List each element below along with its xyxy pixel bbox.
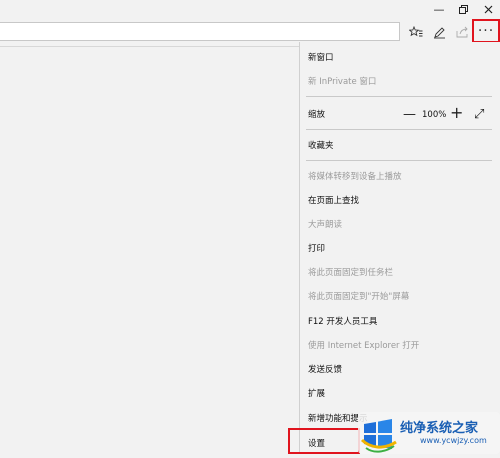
menu-item-pin-taskbar[interactable]: 将此页面固定到任务栏	[308, 267, 393, 279]
menu-item-new-inprivate[interactable]: 新 InPrivate 窗口	[308, 76, 376, 88]
menu-item-favorites[interactable]: 收藏夹	[308, 140, 334, 152]
menu-separator	[306, 129, 492, 130]
notes-button[interactable]	[428, 21, 450, 43]
star-list-icon	[409, 26, 423, 37]
title-bar: —	[0, 0, 500, 18]
zoom-out-button[interactable]: —	[403, 108, 416, 122]
minimize-icon: —	[433, 2, 445, 16]
menu-item-f12-tools[interactable]: F12 开发人员工具	[308, 316, 377, 328]
menu-item-send-feedback[interactable]: 发送反馈	[308, 364, 342, 376]
watermark-logo: 纯净系统之家 www.ycwjzy.com	[358, 412, 500, 454]
share-button[interactable]	[451, 21, 473, 43]
menu-item-pin-start[interactable]: 将此页面固定到"开始"屏幕	[308, 291, 409, 303]
menu-separator	[306, 160, 492, 161]
menu-item-new-window[interactable]: 新窗口	[308, 52, 334, 64]
menu-item-cast-media[interactable]: 将媒体转移到设备上播放	[308, 171, 402, 183]
pen-icon	[433, 26, 445, 38]
watermark-title: 纯净系统之家	[400, 421, 479, 436]
more-icon: ···	[477, 22, 495, 39]
close-icon	[484, 5, 492, 13]
fullscreen-button[interactable]: ⤢	[474, 108, 484, 122]
close-button[interactable]	[476, 0, 500, 18]
menu-item-open-ie[interactable]: 使用 Internet Explorer 打开	[308, 340, 419, 352]
menu-item-zoom-label: 缩放	[308, 110, 326, 120]
menu-item-print[interactable]: 打印	[308, 243, 325, 255]
menu-item-extensions[interactable]: 扩展	[308, 388, 325, 400]
zoom-in-button[interactable]: +	[450, 105, 463, 121]
content-divider	[0, 46, 300, 47]
zoom-value: 100%	[422, 110, 447, 120]
share-icon	[456, 26, 468, 38]
restore-button[interactable]	[451, 0, 475, 18]
restore-icon	[458, 4, 468, 14]
menu-item-settings[interactable]: 设置	[308, 438, 325, 450]
menu-separator	[306, 96, 492, 97]
watermark-url: www.ycwjzy.com	[420, 436, 487, 445]
menu-item-read-aloud[interactable]: 大声朗读	[308, 219, 342, 231]
favorites-button[interactable]	[405, 21, 427, 43]
minimize-button[interactable]: —	[427, 0, 451, 18]
menu-item-find-on-page[interactable]: 在页面上查找	[308, 195, 359, 207]
fullscreen-icon: ⤢	[474, 107, 485, 122]
more-actions-menu: 新窗口 新 InPrivate 窗口 缩放 — 100% + ⤢ 收藏夹 将媒体…	[299, 42, 500, 454]
more-actions-button[interactable]: ···	[473, 20, 499, 41]
address-bar[interactable]	[0, 22, 400, 41]
